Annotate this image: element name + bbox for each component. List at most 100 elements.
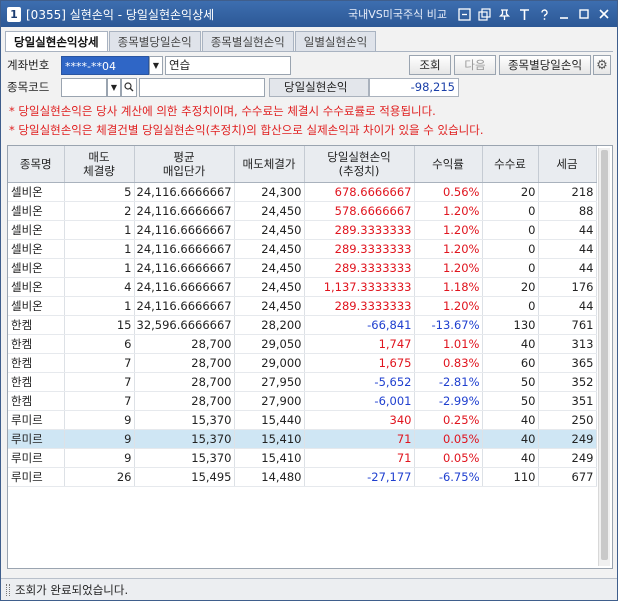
cell-rate: 0.05% [414,429,483,449]
cell-sell: 28,200 [234,315,305,335]
cell-name: 셀비온 [8,296,65,316]
table-row[interactable]: 한켐 7 28,700 27,950 -5,652 -2.81% 50 352 [8,372,597,392]
compare-link[interactable]: 국내VS미국주식 비교 [348,6,447,22]
stock-search-button[interactable] [121,77,137,97]
cell-name: 셀비온 [8,277,65,297]
account-label: 계좌번호 [7,58,50,72]
cell-fee: 60 [482,353,539,373]
cell-name: 한켐 [8,334,65,354]
vertical-scrollbar[interactable] [598,148,610,566]
table-row[interactable]: 셀비온 1 24,116.6666667 24,450 289.3333333 1.20%… [8,220,597,240]
cell-fee: 40 [482,429,539,449]
col-header-sell-price[interactable]: 매도체결가 [234,146,305,183]
col-header-name[interactable]: 종목명 [8,146,65,183]
title-bar[interactable]: 1 [0355] 실현손익 - 당일실현손익상세 국내VS미국주식 비교 [1,1,617,27]
account-dropdown-button[interactable]: ▼ [149,55,163,75]
realized-pnl-label: 당일실현손익 [269,77,369,97]
table-row[interactable]: 셀비온 5 24,116.6666667 24,300 678.6666667 0.56%… [8,182,597,202]
cell-sell: 15,410 [234,429,305,449]
cell-name: 셀비온 [8,201,65,221]
grip-icon [6,583,10,596]
table-header-row: 종목명 매도 체결량 평균 매입단가 매도체결가 당일실현손익 (추정치) 수익… [8,146,597,183]
cell-pnl: -27,177 [304,467,415,487]
tab-daily-realized-pnl[interactable]: 일별실현손익 [294,31,377,52]
table-row[interactable]: 셀비온 4 24,116.6666667 24,450 1,137.3333333 1.1… [8,277,597,297]
cell-fee: 50 [482,391,539,411]
col-header-return[interactable]: 수익률 [414,146,483,183]
col-header-fee[interactable]: 수수료 [482,146,539,183]
status-bar: 조회가 완료되었습니다. [1,578,617,600]
cell-tax: 44 [538,258,597,278]
table-body: 셀비온 5 24,116.6666667 24,300 678.6666667 0.56%… [8,182,597,487]
table-row[interactable]: 한켐 6 28,700 29,050 1,747 1.01% 40 313 [8,334,597,354]
cell-qty: 7 [64,353,135,373]
cell-rate: -2.99% [414,391,483,411]
table-row[interactable]: 셀비온 2 24,116.6666667 24,450 578.6666667 1.20%… [8,201,597,221]
stock-dropdown-button[interactable]: ▼ [107,77,121,97]
cell-avg: 24,116.6666667 [134,258,235,278]
duplicate-window-icon[interactable] [477,7,491,21]
cell-qty: 7 [64,391,135,411]
cell-fee: 130 [482,315,539,335]
cell-pnl: -6,001 [304,391,415,411]
cell-avg: 28,700 [134,372,235,392]
table-row[interactable]: 셀비온 1 24,116.6666667 24,450 289.3333333 1.20%… [8,258,597,278]
cell-avg: 28,700 [134,334,235,354]
table-row[interactable]: 루미르 9 15,370 15,410 71 0.05% 40 249 [8,448,597,468]
col-header-realized-pnl[interactable]: 당일실현손익 (추정치) [304,146,415,183]
query-button[interactable]: 조회 [409,55,451,75]
table-row[interactable]: 루미르 9 15,370 15,440 340 0.25% 40 250 [8,410,597,430]
cell-tax: 351 [538,391,597,411]
cell-fee: 0 [482,258,539,278]
minimize-icon[interactable] [557,7,571,21]
tab-daily-pnl-by-stock[interactable]: 종목별당일손익 [108,31,201,52]
stock-code-input[interactable] [61,77,107,97]
cell-sell: 15,410 [234,448,305,468]
next-button[interactable]: 다음 [454,55,496,75]
font-size-icon[interactable] [517,7,531,21]
cell-avg: 32,596.6666667 [134,315,235,335]
tab-divider [5,51,613,52]
window-number-badge: 1 [7,6,21,22]
cell-name: 루미르 [8,410,65,430]
settings-button[interactable]: ⚙ [593,55,611,75]
col-header-avg-price[interactable]: 평균 매입단가 [134,146,235,183]
cell-rate: 0.56% [414,182,483,202]
col-header-tax[interactable]: 세금 [538,146,597,183]
cell-avg: 15,495 [134,467,235,487]
cell-qty: 9 [64,410,135,430]
table-row[interactable]: 루미르 9 15,370 15,410 71 0.05% 40 249 [8,429,597,449]
cell-tax: 44 [538,220,597,240]
pin-icon[interactable] [497,7,511,21]
cell-tax: 313 [538,334,597,354]
table-row[interactable]: 셀비온 1 24,116.6666667 24,450 289.3333333 1.20%… [8,296,597,316]
table-row[interactable]: 한켐 15 32,596.6666667 28,200 -66,841 -13.67% 13… [8,315,597,335]
maximize-icon[interactable] [577,7,591,21]
tab-realized-pnl-by-stock[interactable]: 종목별실현손익 [201,31,294,52]
cell-qty: 7 [64,372,135,392]
cell-tax: 352 [538,372,597,392]
help-icon[interactable] [537,7,551,21]
cell-name: 셀비온 [8,220,65,240]
account-number-field[interactable]: ****-**04 [61,55,149,75]
cell-rate: 1.01% [414,334,483,354]
cell-sell: 24,300 [234,182,305,202]
cell-sell: 24,450 [234,220,305,240]
daily-pnl-by-stock-button[interactable]: 종목별당일손익 [499,55,591,75]
cell-sell: 24,450 [234,201,305,221]
table-row[interactable]: 한켐 7 28,700 27,900 -6,001 -2.99% 50 351 [8,391,597,411]
col-header-sell-qty[interactable]: 매도 체결량 [64,146,135,183]
cell-fee: 0 [482,239,539,259]
close-icon[interactable] [597,7,611,21]
cell-fee: 20 [482,182,539,202]
link-window-icon[interactable] [457,7,471,21]
table-row[interactable]: 한켐 7 28,700 29,000 1,675 0.83% 60 365 [8,353,597,373]
scrollbar-thumb[interactable] [601,150,608,560]
table-row[interactable]: 루미르 26 15,495 14,480 -27,177 -6.75% 110 677 [8,467,597,487]
cell-rate: 0.83% [414,353,483,373]
table-row[interactable]: 셀비온 1 24,116.6666667 24,450 289.3333333 1.20%… [8,239,597,259]
tab-daily-realized-detail[interactable]: 당일실현손익상세 [5,31,108,52]
chevron-down-icon: ▼ [152,60,160,70]
cell-avg: 24,116.6666667 [134,239,235,259]
cell-tax: 88 [538,201,597,221]
